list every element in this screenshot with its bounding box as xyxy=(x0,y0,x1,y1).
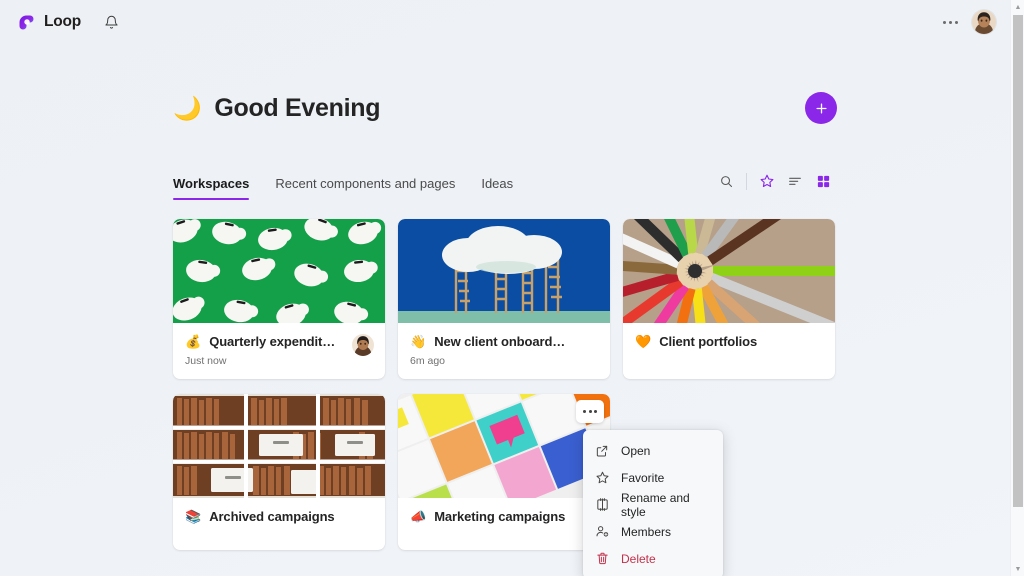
workspace-card-archived-campaigns[interactable]: 📚 Archived campaigns xyxy=(173,394,385,550)
avatar-image xyxy=(972,10,996,34)
toolbar-divider xyxy=(746,173,747,190)
app-window: Loop xyxy=(0,0,1010,576)
dot xyxy=(943,21,946,24)
grid-view-button[interactable] xyxy=(809,168,837,194)
card-title: Quarterly expenditures xyxy=(209,334,343,349)
scrollbar-thumb[interactable] xyxy=(1013,15,1023,507)
page-title: 🌙 Good Evening xyxy=(173,94,380,123)
card-timestamp: Just now xyxy=(185,355,373,367)
top-bar: Loop xyxy=(0,0,1010,44)
card-thumbnail-archive-shelves xyxy=(173,394,385,498)
loop-logo-icon xyxy=(16,12,37,33)
tab-recent-components-and-pages[interactable]: Recent components and pages xyxy=(262,176,468,200)
colored-pencils-image xyxy=(623,219,835,323)
dot xyxy=(949,21,952,24)
vertical-scrollbar[interactable]: ▲ ▼ xyxy=(1010,0,1024,576)
menu-item-label: Members xyxy=(621,525,671,539)
menu-item-label: Favorite xyxy=(621,471,664,485)
workspace-grid: 💰 Quarterly expenditures Just now xyxy=(173,219,837,550)
card-title-row: 📣 Marketing campaigns xyxy=(410,509,598,524)
card-title: New client onboarding xyxy=(434,334,568,349)
card-title: Marketing campaigns xyxy=(434,509,565,524)
page-style-icon xyxy=(594,497,610,513)
workspace-card-marketing-campaigns[interactable]: 📣 Marketing campaigns xyxy=(398,394,610,550)
card-body: 👋 New client onboarding 6m ago xyxy=(398,323,610,379)
dot xyxy=(955,21,958,24)
brand[interactable]: Loop xyxy=(16,12,81,33)
card-overflow-button[interactable] xyxy=(576,400,604,423)
megaphone-icon: 📣 xyxy=(410,510,426,523)
menu-item-members[interactable]: Members xyxy=(583,518,723,545)
card-body: 📚 Archived campaigns xyxy=(173,498,385,550)
trash-icon xyxy=(594,551,610,567)
card-title-row: 🧡 Client portfolios xyxy=(635,334,823,349)
workspace-card-client-portfolios[interactable]: 🧡 Client portfolios xyxy=(623,219,835,379)
card-body: 🧡 Client portfolios xyxy=(623,323,835,375)
tab-workspaces[interactable]: Workspaces xyxy=(173,176,262,200)
open-external-icon xyxy=(594,443,610,459)
card-thumbnail-piggy-banks xyxy=(173,219,385,323)
money-bag-icon: 💰 xyxy=(185,335,201,348)
user-avatar[interactable] xyxy=(972,10,996,34)
scroll-down-arrow[interactable]: ▼ xyxy=(1011,562,1024,576)
card-context-menu: Open Favorite Rename and style xyxy=(583,430,723,576)
archive-shelves-image xyxy=(173,394,385,498)
ladders-to-cloud-image xyxy=(398,219,610,323)
search-button[interactable] xyxy=(712,168,740,194)
books-icon: 📚 xyxy=(185,510,201,523)
orange-heart-icon: 🧡 xyxy=(635,335,651,348)
card-thumbnail-colored-pencils xyxy=(623,219,835,323)
card-title-row: 💰 Quarterly expenditures xyxy=(185,334,373,349)
card-body: 📣 Marketing campaigns xyxy=(398,498,610,550)
main-content: 🌙 Good Evening Workspaces Recent compone… xyxy=(0,86,1010,550)
create-new-button[interactable] xyxy=(805,92,837,124)
notifications-button[interactable] xyxy=(98,9,124,35)
favorites-star-icon xyxy=(759,173,775,189)
scroll-up-arrow[interactable]: ▲ xyxy=(1011,0,1024,14)
tab-list: Workspaces Recent components and pages I… xyxy=(173,176,526,200)
card-title-row: 👋 New client onboarding xyxy=(410,334,598,349)
list-view-button[interactable] xyxy=(781,168,809,194)
menu-item-label: Delete xyxy=(621,552,656,566)
waving-hand-icon: 👋 xyxy=(410,335,426,348)
card-title: Archived campaigns xyxy=(209,509,334,524)
menu-item-rename-and-style[interactable]: Rename and style xyxy=(583,491,723,518)
card-member-avatar[interactable] xyxy=(352,334,374,356)
brand-name: Loop xyxy=(44,13,81,31)
view-tools xyxy=(712,168,837,200)
piggy-banks-image xyxy=(173,219,385,323)
star-icon xyxy=(594,470,610,486)
menu-item-open[interactable]: Open xyxy=(583,437,723,464)
card-body: 💰 Quarterly expenditures Just now xyxy=(173,323,385,379)
greeting-text: Good Evening xyxy=(214,94,380,123)
card-thumbnail-ladders-cloud xyxy=(398,219,610,323)
card-timestamp: 6m ago xyxy=(410,355,598,367)
search-icon xyxy=(719,174,734,189)
card-title-row: 📚 Archived campaigns xyxy=(185,509,373,524)
dot xyxy=(589,410,592,413)
bell-icon xyxy=(104,15,119,30)
grid-view-icon xyxy=(816,174,831,189)
list-view-icon xyxy=(787,173,803,189)
favorites-button[interactable] xyxy=(753,168,781,194)
menu-item-label: Open xyxy=(621,444,650,458)
greeting-row: 🌙 Good Evening xyxy=(173,86,837,130)
moon-icon: 🌙 xyxy=(173,97,201,120)
plus-icon xyxy=(814,101,829,116)
tab-ideas[interactable]: Ideas xyxy=(468,176,526,200)
dot xyxy=(594,410,597,413)
menu-item-favorite[interactable]: Favorite xyxy=(583,464,723,491)
topbar-overflow-button[interactable] xyxy=(938,15,963,30)
avatar-image xyxy=(352,334,374,356)
menu-item-delete[interactable]: Delete xyxy=(583,545,723,572)
workspace-card-quarterly-expenditures[interactable]: 💰 Quarterly expenditures Just now xyxy=(173,219,385,379)
workspace-card-new-client-onboarding[interactable]: 👋 New client onboarding 6m ago xyxy=(398,219,610,379)
tabs-row: Workspaces Recent components and pages I… xyxy=(173,170,837,200)
card-title: Client portfolios xyxy=(659,334,757,349)
dot xyxy=(583,410,586,413)
menu-item-label: Rename and style xyxy=(621,491,712,519)
members-add-icon xyxy=(594,524,610,540)
